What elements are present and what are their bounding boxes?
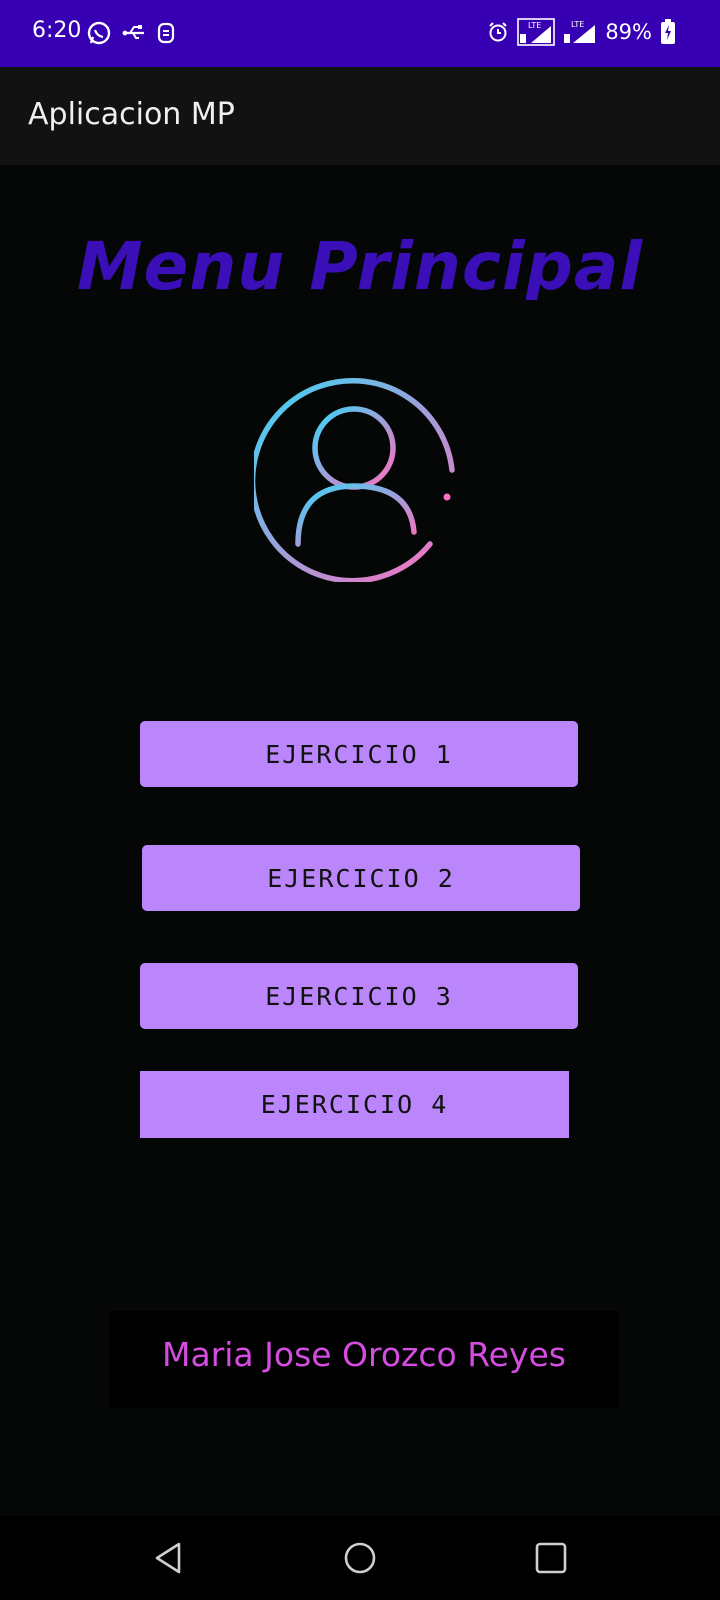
app-bar: Aplicacion MP	[0, 67, 720, 165]
back-icon[interactable]	[147, 1536, 191, 1580]
battery-percent: 89%	[605, 20, 652, 44]
home-icon[interactable]	[338, 1536, 382, 1580]
user-profile-icon	[254, 378, 455, 582]
battery-charging-icon	[661, 19, 675, 44]
author-box: Maria Jose Orozco Reyes	[110, 1311, 618, 1408]
status-bar: 6:20 LTE LTE 89%	[0, 0, 720, 67]
author-name: Maria Jose Orozco Reyes	[162, 1335, 566, 1374]
screen: 6:20 LTE LTE 89% Aplicacion MP Menu Prin…	[0, 0, 720, 1600]
usb-icon	[122, 25, 144, 39]
ejercicio-1-button[interactable]: EJERCICIO 1	[140, 721, 578, 787]
status-time: 6:20	[32, 18, 82, 43]
whatsapp-icon	[87, 21, 111, 45]
notification-icon	[157, 22, 175, 44]
page-title: Menu Principal	[76, 228, 644, 300]
svg-text:LTE: LTE	[528, 21, 541, 30]
alarm-icon	[489, 22, 508, 42]
ejercicio-2-button[interactable]: EJERCICIO 2	[142, 845, 580, 911]
ejercicio-3-button[interactable]: EJERCICIO 3	[140, 963, 578, 1029]
status-left-icons	[86, 20, 176, 46]
ejercicio-4-button[interactable]: EJERCICIO 4	[140, 1071, 569, 1138]
app-title: Aplicacion MP	[28, 97, 235, 132]
recents-icon[interactable]	[529, 1536, 573, 1580]
status-right: LTE LTE 89%	[487, 18, 676, 46]
lte-signal-icon: LTE	[564, 20, 596, 43]
lte-signal-icon: LTE	[517, 18, 556, 46]
svg-text:LTE: LTE	[571, 20, 584, 29]
navigation-bar	[0, 1516, 720, 1600]
